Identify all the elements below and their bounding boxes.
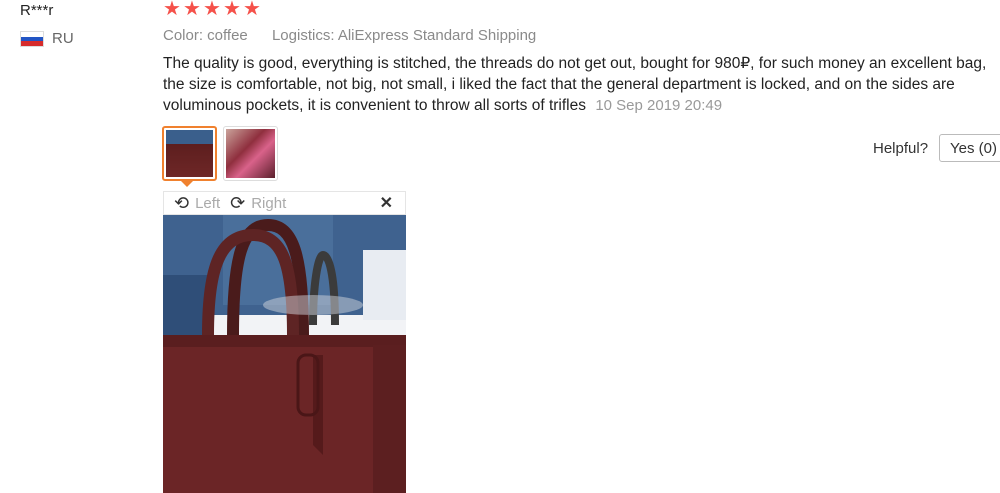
review-body: The quality is good, everything is stitc… xyxy=(163,55,987,114)
reviewer-name: R***r xyxy=(20,2,54,19)
rotate-left-label: Left xyxy=(195,194,221,212)
close-icon[interactable]: ✕ xyxy=(380,193,393,213)
helpful-label: Helpful? xyxy=(873,139,929,157)
reviewer-country: RU xyxy=(20,30,74,47)
rotate-right-button[interactable]: ⟳ Right xyxy=(230,194,286,212)
review-text: The quality is good, everything is stitc… xyxy=(163,53,993,116)
review-image-large xyxy=(163,215,406,493)
rotate-left-button[interactable]: ⟲ Left xyxy=(174,194,220,212)
star-rating: ★ ★ ★ ★ ★ xyxy=(163,0,261,20)
russia-flag-icon xyxy=(20,30,44,47)
star-icon: ★ xyxy=(183,0,201,20)
rotate-right-icon: ⟳ xyxy=(230,193,246,213)
rotate-right-label: Right xyxy=(251,194,287,212)
star-icon: ★ xyxy=(223,0,241,20)
country-code: RU xyxy=(52,30,74,47)
review-image-thumbnails xyxy=(162,126,278,181)
review-image-thumbnail-1[interactable] xyxy=(162,126,217,181)
active-thumbnail-caret-icon xyxy=(181,181,193,187)
image-viewer-toolbar: ⟲ Left ⟳ Right ✕ xyxy=(163,191,406,215)
review-meta: Color: coffee Logistics: AliExpress Stan… xyxy=(163,27,536,44)
review-date: 10 Sep 2019 20:49 xyxy=(595,97,723,114)
helpful-section: Helpful? Yes (0) xyxy=(873,134,1000,162)
star-icon: ★ xyxy=(203,0,221,20)
rotate-left-icon: ⟲ xyxy=(174,193,190,213)
logistics-info: Logistics: AliExpress Standard Shipping xyxy=(271,27,537,44)
product-color: Color: coffee xyxy=(163,27,248,44)
review-image-thumbnail-2[interactable] xyxy=(223,126,278,181)
star-icon: ★ xyxy=(243,0,261,20)
star-icon: ★ xyxy=(163,0,181,20)
helpful-yes-button[interactable]: Yes (0) xyxy=(939,134,1000,162)
